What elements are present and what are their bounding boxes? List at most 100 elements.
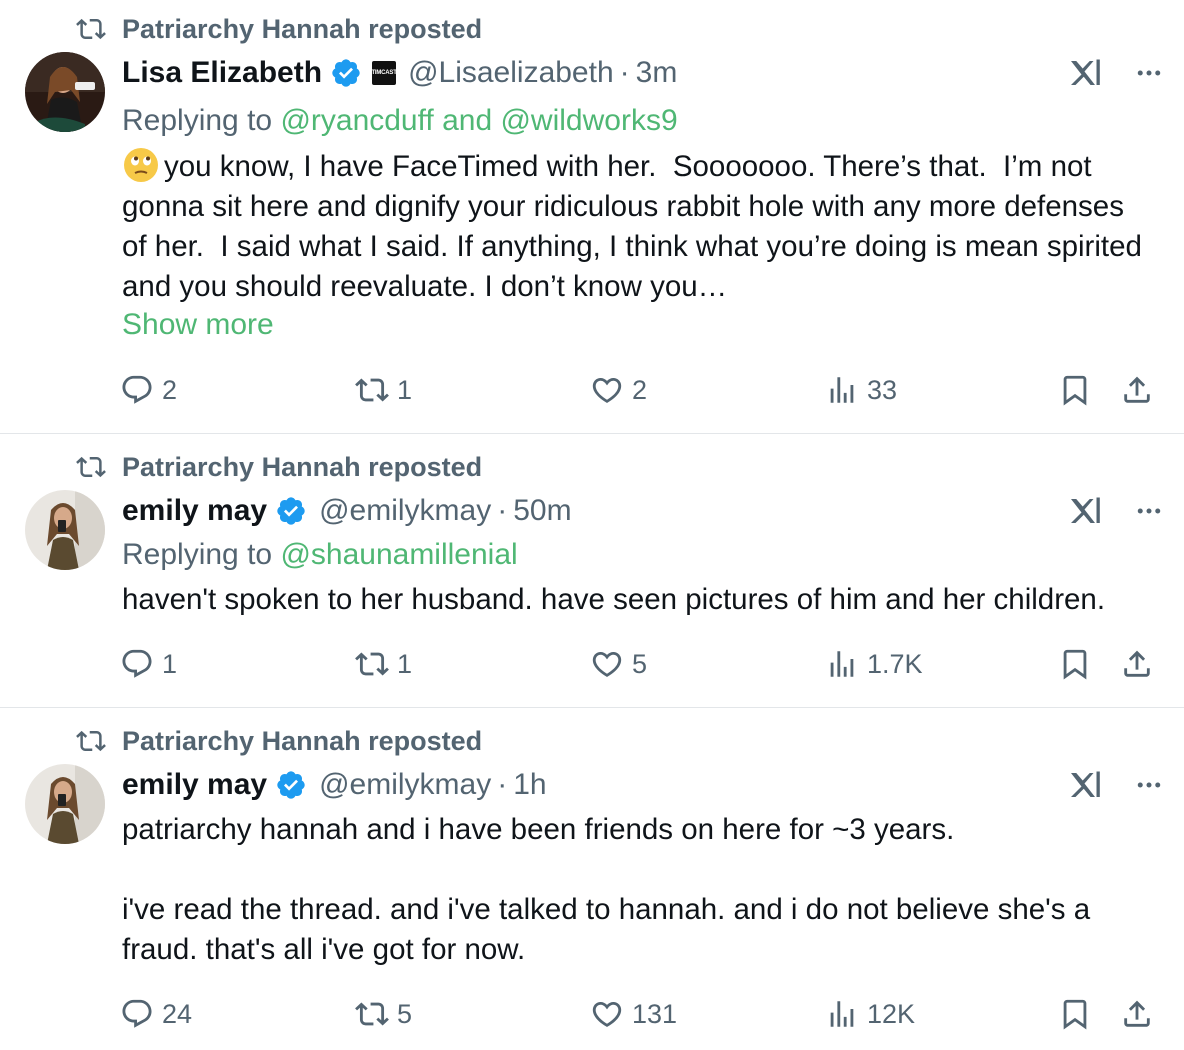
repost-button[interactable]: 5 (355, 994, 412, 1034)
show-more-link[interactable]: Show more (122, 308, 274, 342)
post-text: haven't spoken to her husband. have seen… (122, 580, 1174, 620)
share-icon (1124, 376, 1150, 403)
views-icon (830, 377, 854, 403)
bookmark-icon (1063, 375, 1087, 406)
heart-icon (592, 651, 622, 677)
post[interactable]: Patriarchy Hannah reposted emily may @em… (0, 434, 1184, 708)
author-name[interactable]: emily may (122, 494, 267, 528)
separator-dot: · (497, 768, 508, 801)
views-button[interactable]: 33 (825, 370, 897, 410)
author-handle[interactable]: @emilykmay (319, 768, 491, 802)
author-name[interactable]: Lisa Elizabeth (122, 56, 322, 90)
replying-to-handles[interactable]: @shaunamillenial (280, 538, 517, 571)
action-bar: 2 1 2 33 (0, 370, 1184, 410)
views-count: 12K (867, 998, 916, 1029)
repost-count: 1 (397, 374, 413, 405)
reply-button[interactable]: 1 (120, 644, 177, 684)
verified-badge-icon[interactable] (330, 57, 362, 89)
bookmark-button[interactable] (1058, 370, 1092, 410)
avatar[interactable] (25, 490, 105, 570)
repost-icon (76, 456, 106, 478)
repost-indicator[interactable]: Patriarchy Hannah reposted (76, 14, 482, 44)
bookmark-button[interactable] (1058, 994, 1092, 1034)
repost-button[interactable]: 1 (355, 644, 412, 684)
post[interactable]: Patriarchy Hannah reposted emily may @em… (0, 708, 1184, 1050)
post[interactable]: Patriarchy Hannah reposted Lisa Elizabet… (0, 0, 1184, 434)
post-time[interactable]: 3m (636, 56, 678, 90)
repost-icon (355, 1002, 389, 1026)
like-button[interactable]: 2 (590, 370, 647, 410)
share-button[interactable] (1120, 644, 1154, 684)
reply-icon (122, 999, 152, 1028)
bookmark-button[interactable] (1058, 644, 1092, 684)
post-time[interactable]: 1h (513, 768, 546, 802)
grok-icon[interactable] (1068, 55, 1104, 91)
reply-icon (122, 375, 152, 404)
separator-dot: · (497, 494, 508, 527)
eye-roll-emoji (122, 146, 160, 184)
reply-count: 1 (162, 648, 178, 679)
verified-badge-icon[interactable] (275, 769, 307, 801)
bookmark-icon (1063, 999, 1087, 1030)
avatar[interactable] (25, 52, 105, 132)
post-time[interactable]: 50m (513, 494, 571, 528)
avatar-photo (25, 490, 105, 570)
verified-badge-icon[interactable] (275, 495, 307, 527)
action-bar: 24 5 131 12K (0, 994, 1184, 1034)
views-button[interactable]: 1.7K (825, 644, 923, 684)
affiliation-badge[interactable]: TIMCAST (371, 61, 397, 85)
repost-icon (76, 18, 106, 40)
repost-icon (355, 652, 389, 676)
reply-button[interactable]: 24 (120, 994, 192, 1034)
views-icon (830, 1001, 854, 1027)
author-handle[interactable]: @emilykmay (319, 494, 491, 528)
post-text: you know, I have FaceTimed with her. Soo… (122, 146, 1154, 307)
views-button[interactable]: 12K (825, 994, 915, 1034)
repost-label: Patriarchy Hannah reposted (122, 13, 483, 44)
replying-to-prefix: Replying to (122, 538, 273, 571)
reply-icon (122, 649, 152, 678)
replying-to-prefix: Replying to (122, 104, 273, 137)
post-body: patriarchy hannah and i have been friend… (122, 813, 1091, 966)
share-button[interactable] (1120, 994, 1154, 1034)
views-count: 1.7K (867, 648, 923, 679)
post-header: emily may @emilykmay · 50m (122, 491, 1164, 531)
avatar-photo (25, 764, 105, 844)
grok-icon[interactable] (1068, 493, 1104, 529)
share-button[interactable] (1120, 370, 1154, 410)
separator-dot: · (619, 56, 630, 89)
repost-indicator[interactable]: Patriarchy Hannah reposted (76, 452, 482, 482)
like-button[interactable]: 5 (590, 644, 647, 684)
replying-to: Replying to @shaunamillenial (122, 538, 518, 572)
repost-icon (355, 378, 389, 402)
like-count: 131 (632, 998, 678, 1029)
author-handle[interactable]: @Lisaelizabeth (408, 56, 614, 90)
post-body: you know, I have FaceTimed with her. Soo… (122, 150, 1151, 303)
share-icon (1124, 650, 1150, 677)
replying-to-handles[interactable]: @ryancduff and @wildworks9 (280, 104, 677, 137)
repost-indicator[interactable]: Patriarchy Hannah reposted (76, 726, 482, 756)
heart-icon (592, 377, 622, 403)
like-button[interactable]: 131 (590, 994, 677, 1034)
more-options-icon[interactable] (1134, 496, 1164, 526)
bookmark-icon (1063, 649, 1087, 680)
more-options-icon[interactable] (1134, 770, 1164, 800)
reply-button[interactable]: 2 (120, 370, 177, 410)
share-icon (1124, 1000, 1150, 1027)
post-body: haven't spoken to her husband. have seen… (122, 583, 1106, 616)
repost-icon (76, 730, 106, 752)
action-bar: 1 1 5 1.7K (0, 644, 1184, 684)
like-count: 5 (632, 648, 648, 679)
author-name[interactable]: emily may (122, 768, 267, 802)
repost-count: 1 (397, 648, 413, 679)
more-options-icon[interactable] (1134, 58, 1164, 88)
heart-icon (592, 1001, 622, 1027)
replying-to: Replying to @ryancduff and @wildworks9 (122, 104, 678, 138)
grok-icon[interactable] (1068, 767, 1104, 803)
avatar[interactable] (25, 764, 105, 844)
repost-label: Patriarchy Hannah reposted (122, 725, 483, 756)
avatar-photo (25, 52, 105, 132)
post-text: patriarchy hannah and i have been friend… (122, 810, 1154, 970)
post-header: Lisa Elizabeth TIMCAST @Lisaelizabeth · … (122, 53, 1164, 93)
repost-button[interactable]: 1 (355, 370, 412, 410)
